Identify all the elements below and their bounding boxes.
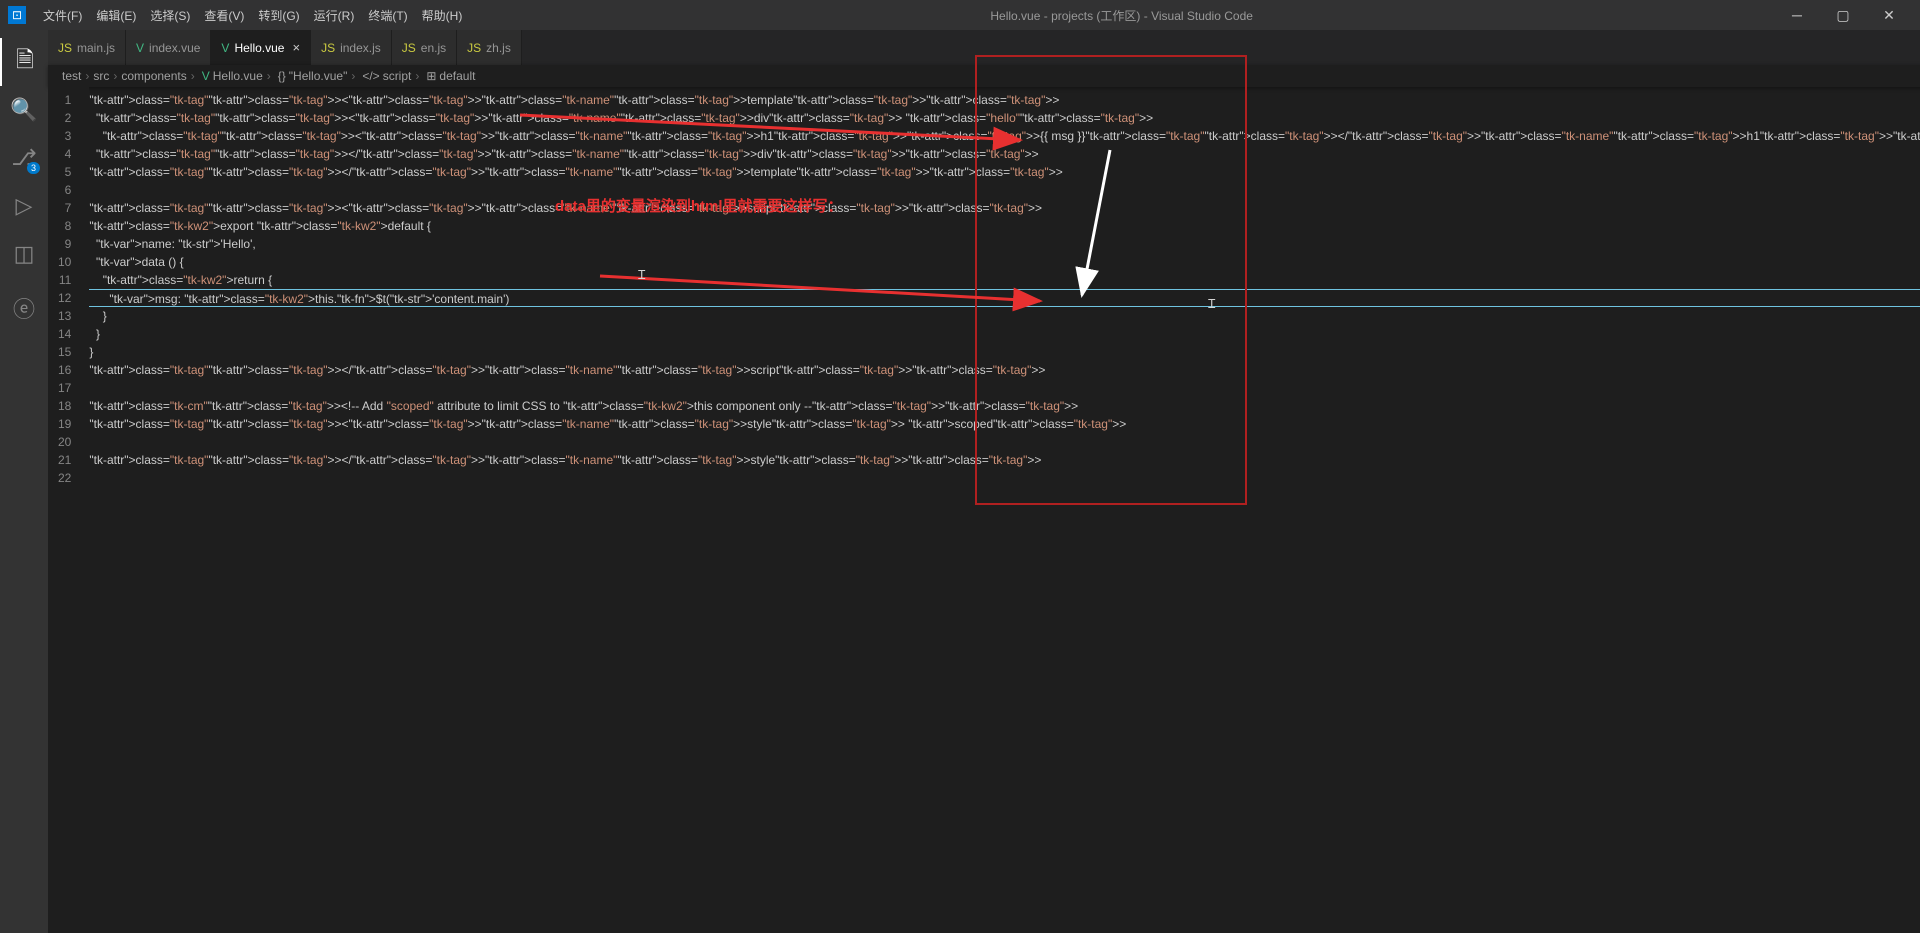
tab-label: index.vue [149, 41, 200, 55]
tab-label: main.js [77, 41, 115, 55]
run-debug-icon[interactable]: ▷ [0, 182, 48, 230]
tab[interactable]: JS index.js [311, 30, 392, 65]
menu-item[interactable]: 转到(G) [251, 9, 306, 23]
crumb-item[interactable]: Hello.vue [213, 69, 263, 83]
gutter: 12345678910111213141516171819202122 [48, 87, 89, 933]
tabs-group-1: JSmain.jsVindex.vueVHello.vue×JSindex.js… [48, 30, 1920, 65]
tab-label: zh.js [486, 41, 511, 55]
tab[interactable]: Vindex.vue [126, 30, 211, 65]
code-line[interactable]: "tk-attr">class="tk-tag""tk-attr">class=… [89, 451, 1920, 469]
code-line[interactable]: "tk-attr">class="tk-tag""tk-attr">class=… [89, 109, 1920, 127]
crumb-item[interactable]: script [383, 69, 412, 83]
scm-badge: 3 [27, 162, 40, 174]
maximize-button[interactable]: ▢ [1820, 7, 1866, 24]
menu-item[interactable]: 运行(R) [307, 9, 362, 23]
code-editor-1[interactable]: 12345678910111213141516171819202122 "tk-… [48, 87, 1920, 933]
close-window-button[interactable]: ✕ [1866, 7, 1912, 24]
minimize-button[interactable]: ─ [1774, 7, 1820, 23]
code-line[interactable]: "tk-attr">class="tk-tag""tk-attr">class=… [89, 199, 1920, 217]
tab-label: en.js [421, 41, 446, 55]
crumb-item[interactable]: test [62, 69, 81, 83]
code-line[interactable] [89, 433, 1920, 451]
js-icon: JS [58, 41, 72, 55]
code-line[interactable]: } [89, 307, 1920, 325]
edge-icon[interactable]: ⓔ [0, 284, 48, 332]
crumb-icon: V [202, 69, 210, 83]
menu-item[interactable]: 编辑(E) [89, 9, 143, 23]
code-line[interactable]: "tk-attr">class="tk-kw2">export "tk-attr… [89, 217, 1920, 235]
tab-label: index.js [340, 41, 381, 55]
crumb-item[interactable]: "Hello.vue" [289, 69, 348, 83]
code-line[interactable]: "tk-var">msg: "tk-attr">class="tk-kw2">t… [89, 289, 1920, 307]
vue-icon: V [221, 41, 229, 55]
vue-icon: V [136, 41, 144, 55]
code-line[interactable]: } [89, 325, 1920, 343]
tab[interactable]: V Hello.vue × [211, 30, 311, 65]
menu-item[interactable]: 选择(S) [143, 9, 197, 23]
crumb-item[interactable]: default [439, 69, 475, 83]
menu-item[interactable]: 帮助(H) [415, 9, 470, 23]
close-tab-icon[interactable]: × [292, 40, 300, 55]
window-title: Hello.vue - projects (工作区) - Visual Stud… [469, 7, 1774, 24]
code-line[interactable]: } [89, 343, 1920, 361]
breadcrumb[interactable]: test›src›components›VHello.vue›{}"Hello.… [48, 65, 1920, 87]
menu-item[interactable]: 文件(F) [36, 9, 89, 23]
vscode-logo-icon [8, 6, 26, 24]
crumb-icon: {} [278, 69, 286, 83]
code-line[interactable]: "tk-attr">class="tk-tag""tk-attr">class=… [89, 91, 1920, 109]
tab-label: Hello.vue [234, 41, 284, 55]
code-line[interactable]: "tk-attr">class="tk-cm""tk-attr">class="… [89, 397, 1920, 415]
crumb-item[interactable]: src [93, 69, 109, 83]
code-line[interactable] [89, 469, 1920, 487]
code-line[interactable]: "tk-var">data () { [89, 253, 1920, 271]
source-control-icon[interactable]: ⎇3 [0, 134, 48, 182]
activity-bar: 🗎 🔍 ⎇3 ▷ ◫ ⓔ [0, 30, 48, 933]
js-icon: JS [467, 41, 481, 55]
code-lines[interactable]: "tk-attr">class="tk-tag""tk-attr">class=… [89, 87, 1920, 933]
code-line[interactable]: "tk-attr">class="tk-tag""tk-attr">class=… [89, 361, 1920, 379]
extensions-icon[interactable]: ◫ [0, 230, 48, 278]
code-line[interactable]: "tk-attr">class="tk-tag""tk-attr">class=… [89, 127, 1920, 145]
code-line[interactable] [89, 379, 1920, 397]
crumb-icon: </> [362, 69, 379, 83]
tab[interactable]: JS main.js [48, 30, 126, 65]
tab[interactable]: JS en.js [392, 30, 457, 65]
crumb-icon: ⊞ [426, 69, 436, 83]
code-line[interactable]: "tk-var">name: "tk-str">'Hello', [89, 235, 1920, 253]
js-icon: JS [321, 41, 335, 55]
text-cursor-icon: Ꮖ [638, 268, 639, 284]
js-icon: JS [402, 41, 416, 55]
menu-item[interactable]: 查看(V) [197, 9, 251, 23]
editor-group-1: JSmain.jsVindex.vueVHello.vue×JSindex.js… [48, 30, 1920, 933]
editor-area: JSmain.jsVindex.vueVHello.vue×JSindex.js… [48, 30, 1920, 933]
code-line[interactable]: "tk-attr">class="tk-tag""tk-attr">class=… [89, 163, 1920, 181]
code-line[interactable]: "tk-attr">class="tk-kw2">return { [89, 271, 1920, 289]
code-line[interactable]: "tk-attr">class="tk-tag""tk-attr">class=… [89, 415, 1920, 433]
explorer-icon[interactable]: 🗎 [0, 38, 48, 86]
menu-item[interactable]: 终端(T) [361, 9, 414, 23]
code-line[interactable] [89, 181, 1920, 199]
crumb-item[interactable]: components [121, 69, 186, 83]
code-line[interactable]: "tk-attr">class="tk-tag""tk-attr">class=… [89, 145, 1920, 163]
menubar: 文件(F)编辑(E)选择(S)查看(V)转到(G)运行(R)终端(T)帮助(H)… [0, 0, 1920, 30]
search-icon[interactable]: 🔍 [0, 86, 48, 134]
text-cursor-icon: Ꮖ [1208, 297, 1209, 313]
tab[interactable]: JS zh.js [457, 30, 522, 65]
